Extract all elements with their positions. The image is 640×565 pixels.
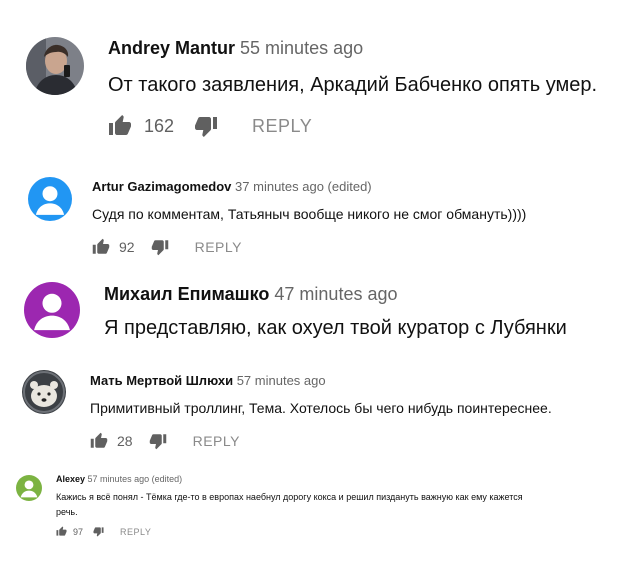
- photo-avatar-icon: [26, 37, 84, 95]
- thumb-up-icon[interactable]: [56, 526, 67, 537]
- thumb-down-icon[interactable]: [93, 526, 104, 537]
- thumb-up-icon[interactable]: [92, 238, 110, 256]
- avatar[interactable]: [28, 177, 72, 221]
- avatar[interactable]: [26, 37, 84, 95]
- author-name[interactable]: Artur Gazimagomedov: [92, 179, 231, 194]
- like-count: 92: [119, 239, 135, 255]
- comment-header: Artur Gazimagomedov 37 minutes ago (edit…: [92, 179, 372, 194]
- comment-actions: 92 REPLY: [92, 238, 242, 256]
- timestamp[interactable]: 57 minutes ago: [237, 373, 326, 388]
- comment-1: Andrey Mantur 55 minutes ago От такого з…: [0, 0, 640, 152]
- thumb-down-icon[interactable]: [194, 114, 218, 138]
- comment-5: Alexey 57 minutes ago (edited) Кажись я …: [0, 463, 640, 565]
- avatar[interactable]: [24, 282, 80, 338]
- thumb-up-icon[interactable]: [108, 114, 132, 138]
- comment-4: Мать Мертвой Шлюхи 57 minutes ago Примит…: [0, 352, 640, 465]
- comment-2: Artur Gazimagomedov 37 minutes ago (edit…: [0, 158, 640, 271]
- thumb-down-icon[interactable]: [151, 238, 169, 256]
- comment-header: Andrey Mantur 55 minutes ago: [108, 38, 363, 59]
- comment-actions: 162 REPLY: [108, 114, 312, 138]
- author-name[interactable]: Михаил Епимашко: [104, 284, 269, 304]
- like-count: 97: [73, 526, 84, 537]
- polar-bear-avatar-icon: [22, 370, 66, 414]
- timestamp[interactable]: 37 minutes ago (edited): [235, 179, 372, 194]
- thumb-down-icon[interactable]: [149, 432, 167, 450]
- reply-button[interactable]: REPLY: [195, 239, 242, 255]
- timestamp[interactable]: 47 minutes ago: [274, 284, 397, 304]
- comment-3: Михаил Епимашко 47 minutes ago Я предста…: [0, 272, 640, 352]
- comment-header: Мать Мертвой Шлюхи 57 minutes ago: [90, 373, 326, 388]
- thumb-up-icon[interactable]: [90, 432, 108, 450]
- author-name[interactable]: Andrey Mantur: [108, 38, 235, 58]
- avatar[interactable]: [22, 370, 66, 414]
- default-avatar-purple-icon: [24, 282, 80, 338]
- timestamp[interactable]: 55 minutes ago: [240, 38, 363, 58]
- reply-button[interactable]: REPLY: [193, 433, 240, 449]
- comment-header: Михаил Епимашко 47 minutes ago: [104, 284, 398, 305]
- like-count: 28: [117, 433, 133, 449]
- comment-actions: 97 REPLY: [56, 526, 151, 537]
- like-count: 162: [144, 115, 175, 136]
- comment-text: Судя по комментам, Татьяныч вообще никог…: [92, 206, 527, 222]
- comment-actions: 28 REPLY: [90, 432, 240, 450]
- author-name[interactable]: Мать Мертвой Шлюхи: [90, 373, 233, 388]
- default-avatar-green-icon: [16, 475, 42, 501]
- reply-button[interactable]: REPLY: [120, 527, 151, 537]
- author-name[interactable]: Alexey: [56, 474, 85, 484]
- comment-text-line-2: речь.: [56, 507, 78, 517]
- comment-header: Alexey 57 minutes ago (edited): [56, 474, 182, 484]
- timestamp[interactable]: 57 minutes ago (edited): [88, 474, 183, 484]
- avatar[interactable]: [16, 475, 42, 501]
- reply-button[interactable]: REPLY: [252, 116, 312, 137]
- default-avatar-blue-icon: [28, 177, 72, 221]
- comment-text: Я представляю, как охуел твой куратор с …: [104, 317, 567, 339]
- comment-text: Примитивный троллинг, Тема. Хотелось бы …: [90, 400, 552, 416]
- comment-text: От такого заявления, Аркадий Бабченко оп…: [108, 74, 598, 96]
- comment-text-line-1: Кажись я всё понял - Тёмка где-то в евро…: [56, 492, 523, 502]
